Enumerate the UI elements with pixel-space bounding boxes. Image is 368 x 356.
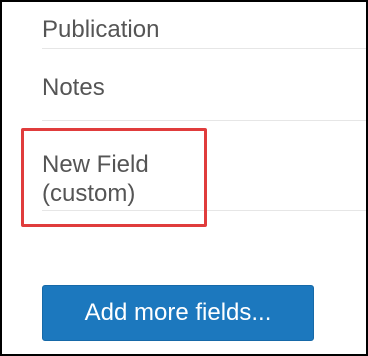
field-divider [42,48,366,49]
field-label-notes: Notes [42,74,105,101]
highlight-annotation-box [21,128,207,227]
field-label-publication: Publication [42,16,160,43]
add-more-fields-button[interactable]: Add more fields... [42,285,314,341]
field-divider [42,120,366,121]
panel-frame: Publication Notes New Field (custom) Add… [0,0,368,356]
